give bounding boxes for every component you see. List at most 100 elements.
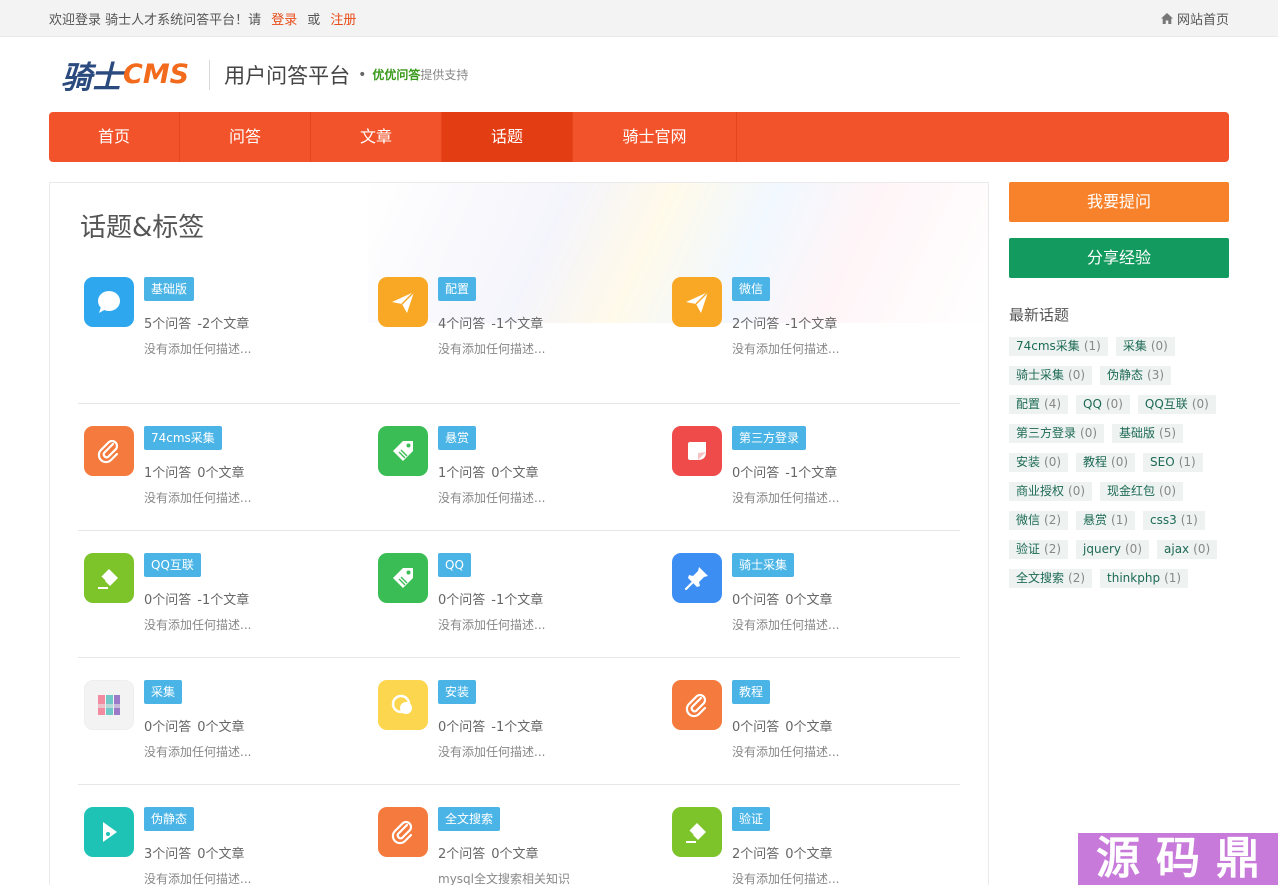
topic-counts: 0个问答 0个文章	[732, 716, 839, 735]
topic-card: 安装 0个问答 -1个文章 没有添加任何描述...	[372, 658, 666, 784]
topic-article-count: 0个文章	[197, 466, 245, 481]
sidebar: 我要提问 分享经验 最新话题 74cms采集 (1) 采集 (0) 骑士采集 (0) 伪静态…	[1009, 182, 1229, 885]
topic-card: 第三方登录 0个问答 -1个文章 没有添加任何描述...	[666, 404, 960, 530]
latest-topic-name: 配置	[1016, 397, 1041, 411]
latest-topic-name: 安装	[1016, 455, 1041, 469]
register-link[interactable]: 注册	[330, 13, 356, 28]
topic-tag[interactable]: 全文搜索	[438, 807, 501, 831]
topic-tag[interactable]: QQ	[438, 553, 471, 577]
topic-tag[interactable]: 悬赏	[438, 426, 477, 450]
topic-card: QQ 0个问答 -1个文章 没有添加任何描述...	[372, 531, 666, 657]
latest-topic-tag[interactable]: thinkphp (1)	[1100, 569, 1189, 588]
home-icon	[1160, 13, 1173, 24]
chat-bubble-icon[interactable]	[84, 277, 134, 327]
topic-tag[interactable]: 伪静态	[144, 807, 195, 831]
topic-tag[interactable]: 安装	[438, 680, 477, 704]
latest-topic-name: 教程	[1083, 455, 1108, 469]
latest-topic-tag[interactable]: 教程 (0)	[1076, 453, 1136, 472]
paperclip-icon[interactable]	[378, 807, 428, 857]
latest-topic-tag[interactable]: 配置 (4)	[1009, 395, 1069, 414]
topic-tag[interactable]: 配置	[438, 277, 477, 301]
latest-topic-tag[interactable]: QQ (0)	[1076, 395, 1130, 414]
support-text: 优优问答提供支持	[372, 66, 468, 83]
play-flag-icon[interactable]	[84, 807, 134, 857]
latest-topic-tag[interactable]: 74cms采集 (1)	[1009, 337, 1108, 356]
eraser-icon[interactable]	[84, 553, 134, 603]
ask-question-button[interactable]: 我要提问	[1009, 182, 1229, 222]
paper-plane-icon[interactable]	[672, 277, 722, 327]
latest-topic-tag[interactable]: 骑士采集 (0)	[1009, 366, 1093, 385]
latest-topic-tag[interactable]: ajax (0)	[1157, 540, 1218, 559]
latest-topic-count: (0)	[1150, 339, 1168, 353]
latest-topic-tag[interactable]: 伪静态 (3)	[1100, 366, 1172, 385]
latest-topic-tag[interactable]: 商业授权 (0)	[1009, 482, 1093, 501]
topic-description: 没有添加任何描述...	[732, 618, 840, 632]
topic-tag[interactable]: 微信	[732, 277, 771, 301]
share-experience-button[interactable]: 分享经验	[1009, 238, 1229, 278]
topic-card: 伪静态 3个问答 0个文章 没有添加任何描述...	[78, 785, 372, 885]
price-tag-icon[interactable]	[378, 553, 428, 603]
palette-grid-icon[interactable]	[84, 680, 134, 730]
topic-description: 没有添加任何描述...	[732, 491, 840, 505]
topic-article-count: -1个文章	[197, 593, 250, 608]
topic-answer-count: 0个问答	[732, 720, 780, 735]
topic-card: 配置 4个问答 -1个文章 没有添加任何描述...	[372, 277, 666, 403]
topic-answer-count: 0个问答	[732, 593, 780, 608]
latest-topic-tag[interactable]: 基础版 (5)	[1112, 424, 1184, 443]
latest-topic-tag[interactable]: 现金红包 (0)	[1100, 482, 1184, 501]
pushpin-icon[interactable]	[672, 553, 722, 603]
eraser-icon[interactable]	[672, 807, 722, 857]
latest-topic-count: (1)	[1111, 513, 1129, 527]
topic-tag[interactable]: 验证	[732, 807, 771, 831]
topic-tag[interactable]: 采集	[144, 680, 183, 704]
paperclip-icon[interactable]	[84, 426, 134, 476]
latest-topic-tag[interactable]: 微信 (2)	[1009, 511, 1069, 530]
latest-topic-count: (1)	[1083, 339, 1101, 353]
topic-counts: 1个问答 0个文章	[144, 462, 251, 481]
latest-topics-title: 最新话题	[1009, 306, 1070, 324]
latest-topic-tag[interactable]: 采集 (0)	[1115, 337, 1175, 356]
latest-topic-tag[interactable]: jquery (0)	[1076, 540, 1149, 559]
topic-row: 74cms采集 1个问答 0个文章 没有添加任何描述... 悬赏 1个问答 0个文章 没有添加…	[78, 404, 960, 531]
latest-topic-count: (0)	[1080, 426, 1098, 440]
latest-topic-name: ajax	[1164, 542, 1190, 556]
topic-counts: 0个问答 -1个文章	[144, 589, 251, 608]
latest-topic-tag[interactable]: QQ互联 (0)	[1137, 395, 1216, 414]
latest-topic-name: 第三方登录	[1016, 426, 1077, 440]
topic-tag[interactable]: 骑士采集	[732, 553, 795, 577]
login-link[interactable]: 登录	[271, 13, 297, 28]
latest-topic-tag[interactable]: SEO (1)	[1143, 453, 1203, 472]
note-icon[interactable]	[672, 426, 722, 476]
topic-card: 骑士采集 0个问答 0个文章 没有添加任何描述...	[666, 531, 960, 657]
topic-tag[interactable]: 教程	[732, 680, 771, 704]
nav-item-qa[interactable]: 问答	[180, 112, 311, 162]
latest-topic-name: jquery	[1083, 542, 1121, 556]
latest-topic-tag[interactable]: css3 (1)	[1143, 511, 1205, 530]
topic-tag[interactable]: QQ互联	[144, 553, 201, 577]
nav-item-topics[interactable]: 话题	[442, 112, 573, 162]
latest-topic-count: (1)	[1164, 571, 1182, 585]
topic-answer-count: 3个问答	[144, 847, 192, 862]
latest-topic-tag[interactable]: 悬赏 (1)	[1076, 511, 1136, 530]
topic-tag[interactable]: 74cms采集	[144, 426, 222, 450]
nav-item-articles[interactable]: 文章	[311, 112, 442, 162]
latest-topic-tag[interactable]: 全文搜索 (2)	[1009, 569, 1093, 588]
price-tag-icon[interactable]	[378, 426, 428, 476]
topic-counts: 0个问答 0个文章	[144, 716, 251, 735]
logo-cn-text: 骑士	[61, 60, 122, 96]
latest-topic-tag[interactable]: 安装 (0)	[1009, 453, 1069, 472]
coins-icon[interactable]	[378, 680, 428, 730]
paperclip-icon[interactable]	[672, 680, 722, 730]
home-link[interactable]: 网站首页	[1160, 9, 1229, 28]
topic-tag[interactable]: 第三方登录	[732, 426, 807, 450]
latest-topic-name: 74cms采集	[1016, 339, 1080, 353]
topics-panel: 话题&标签 基础版 5个问答 -2个文章 没有添加任何描述... 配置 4个问答 -1个文章…	[49, 182, 989, 885]
latest-topic-tag[interactable]: 第三方登录 (0)	[1009, 424, 1105, 443]
topic-answer-count: 0个问答	[438, 720, 486, 735]
nav-item-official-site[interactable]: 骑士官网	[573, 112, 737, 162]
nav-item-home[interactable]: 首页	[49, 112, 180, 162]
latest-topic-tag[interactable]: 验证 (2)	[1009, 540, 1069, 559]
site-logo[interactable]: 骑士 CMS	[61, 55, 189, 96]
paper-plane-icon[interactable]	[378, 277, 428, 327]
topic-tag[interactable]: 基础版	[144, 277, 195, 301]
